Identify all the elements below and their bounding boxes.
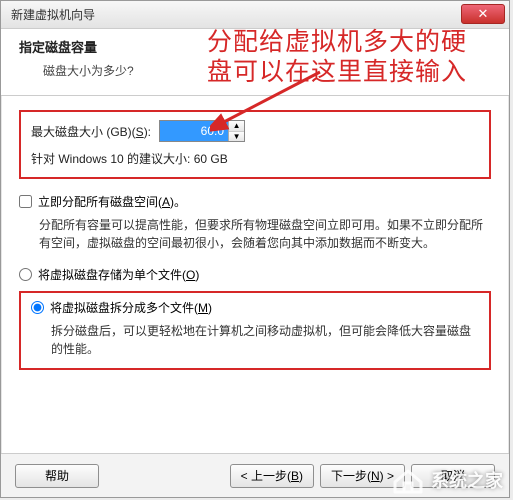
disk-size-spinbox[interactable]: ▲ ▼ — [159, 120, 245, 142]
allocate-now-row[interactable]: 立即分配所有磁盘空间(A)。 — [19, 193, 491, 210]
close-button[interactable]: ✕ — [461, 4, 505, 24]
header-title: 指定磁盘容量 — [19, 37, 491, 56]
store-split-radio[interactable] — [31, 301, 44, 314]
spin-down-icon[interactable]: ▼ — [229, 132, 244, 142]
watermark-text: 系统之家 — [431, 467, 503, 493]
watermark: 系统之家 — [391, 466, 503, 494]
spin-up-icon[interactable]: ▲ — [229, 121, 244, 132]
window-title: 新建虚拟机向导 — [11, 6, 95, 23]
allocate-now-desc: 分配所有容量可以提高性能，但要求所有物理磁盘空间立即可用。如果不立即分配所有空间… — [39, 216, 491, 252]
back-button[interactable]: < 上一步(B) — [230, 464, 314, 488]
disk-size-recommend: 针对 Windows 10 的建议大小: 60 GB — [31, 150, 479, 167]
titlebar: 新建虚拟机向导 ✕ — [1, 1, 509, 29]
disk-size-input[interactable] — [160, 121, 228, 141]
wizard-content: 最大磁盘大小 (GB)(S): ▲ ▼ 针对 Windows 10 的建议大小:… — [1, 96, 509, 384]
store-single-row[interactable]: 将虚拟磁盘存储为单个文件(O) — [19, 266, 491, 283]
allocate-now-label: 立即分配所有磁盘空间(A)。 — [38, 193, 186, 210]
wizard-window: 新建虚拟机向导 ✕ 指定磁盘容量 磁盘大小为多少? 最大磁盘大小 (GB)(S)… — [0, 0, 510, 498]
wizard-header: 指定磁盘容量 磁盘大小为多少? — [1, 29, 509, 96]
disk-size-label: 最大磁盘大小 (GB)(S): — [31, 123, 151, 140]
store-single-radio[interactable] — [19, 268, 32, 281]
store-single-label: 将虚拟磁盘存储为单个文件(O) — [38, 266, 199, 283]
store-split-label: 将虚拟磁盘拆分成多个文件(M) — [50, 299, 212, 316]
help-button[interactable]: 帮助 — [15, 464, 99, 488]
allocate-now-checkbox[interactable] — [19, 195, 32, 208]
header-subtitle: 磁盘大小为多少? — [43, 62, 491, 79]
store-split-row[interactable]: 将虚拟磁盘拆分成多个文件(M) — [31, 299, 479, 316]
store-split-desc: 拆分磁盘后，可以更轻松地在计算机之间移动虚拟机，但可能会降低大容量磁盘的性能。 — [51, 322, 479, 358]
spin-buttons: ▲ ▼ — [228, 121, 244, 141]
store-split-group: 将虚拟磁盘拆分成多个文件(M) 拆分磁盘后，可以更轻松地在计算机之间移动虚拟机，… — [19, 291, 491, 370]
watermark-house-icon — [391, 466, 425, 494]
disk-size-group: 最大磁盘大小 (GB)(S): ▲ ▼ 针对 Windows 10 的建议大小:… — [19, 110, 491, 179]
